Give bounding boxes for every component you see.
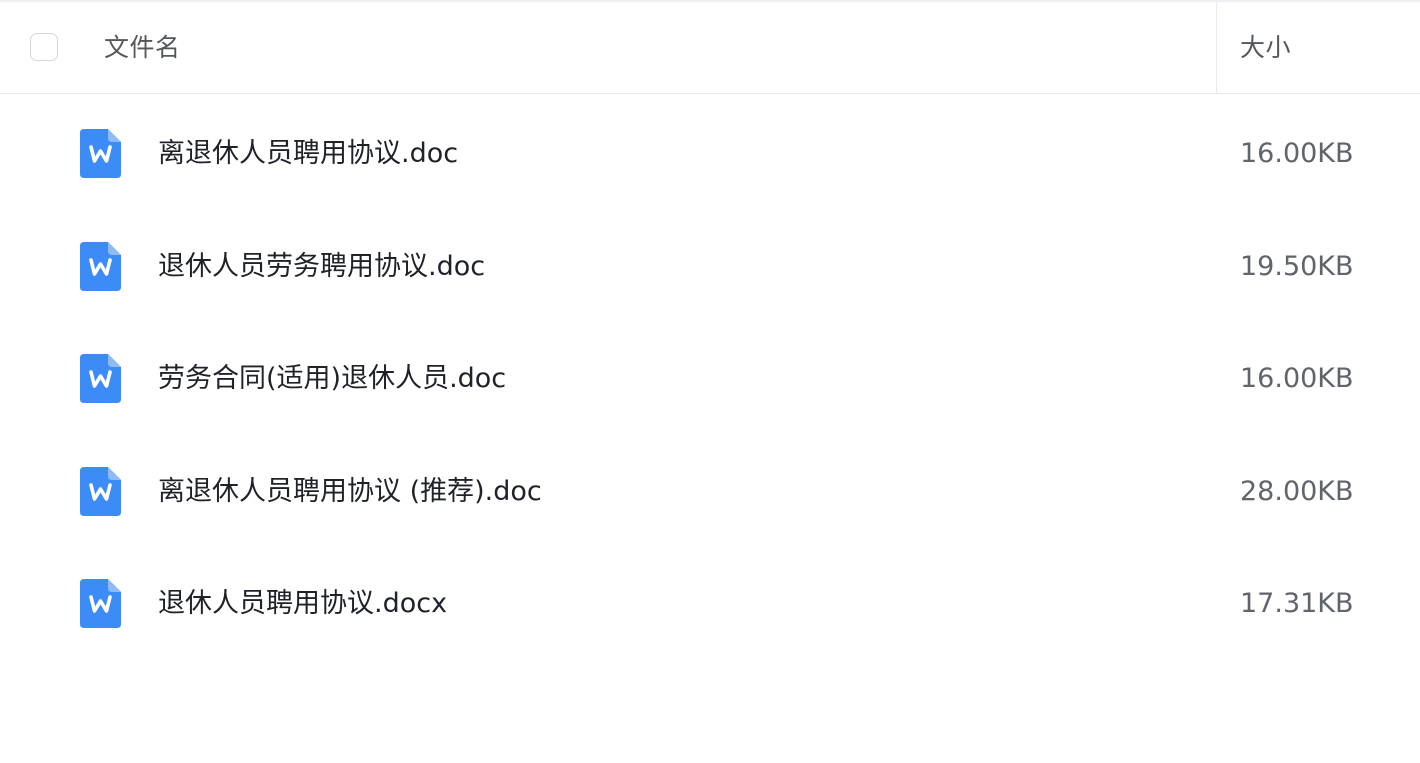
column-divider [1216,2,1217,94]
file-size: 16.00KB [1240,363,1354,394]
file-row[interactable]: 离退休人员聘用协议.doc 16.00KB [0,94,1420,207]
word-doc-icon [80,466,121,516]
word-doc-icon [80,241,121,291]
column-header-filename[interactable]: 文件名 [104,32,181,64]
file-row[interactable]: 劳务合同(适用)退休人员.doc 16.00KB [0,319,1420,432]
file-size: 28.00KB [1240,475,1354,507]
word-doc-icon [80,354,121,403]
column-header-size[interactable]: 大小 [1240,32,1291,64]
file-row[interactable]: 离退休人员聘用协议 (推荐).doc 28.00KB [0,432,1420,545]
file-name[interactable]: 退休人员劳务聘用协议.doc [158,250,485,284]
file-size: 17.31KB [1240,588,1354,619]
file-name[interactable]: 退休人员聘用协议.docx [158,587,447,621]
select-all-checkbox[interactable] [30,33,58,61]
word-doc-icon [80,579,121,628]
file-list: 离退休人员聘用协议.doc 16.00KB 退休人员劳务聘用协议.doc 19.… [0,94,1420,657]
file-row[interactable]: 退休人员劳务聘用协议.doc 19.50KB [0,207,1420,320]
file-name[interactable]: 离退休人员聘用协议.doc [158,137,458,171]
word-doc-icon [80,129,121,178]
file-size: 19.50KB [1240,250,1354,282]
file-name[interactable]: 离退休人员聘用协议 (推荐).doc [158,475,542,509]
file-size: 16.00KB [1240,138,1354,169]
file-table: 文件名 大小 离退休人员聘用协议.doc 16.00KB 退休人员劳务聘用协议.… [0,0,1420,763]
file-name[interactable]: 劳务合同(适用)退休人员.doc [158,362,506,396]
table-header: 文件名 大小 [0,2,1420,94]
file-row[interactable]: 退休人员聘用协议.docx 17.31KB [0,544,1420,657]
